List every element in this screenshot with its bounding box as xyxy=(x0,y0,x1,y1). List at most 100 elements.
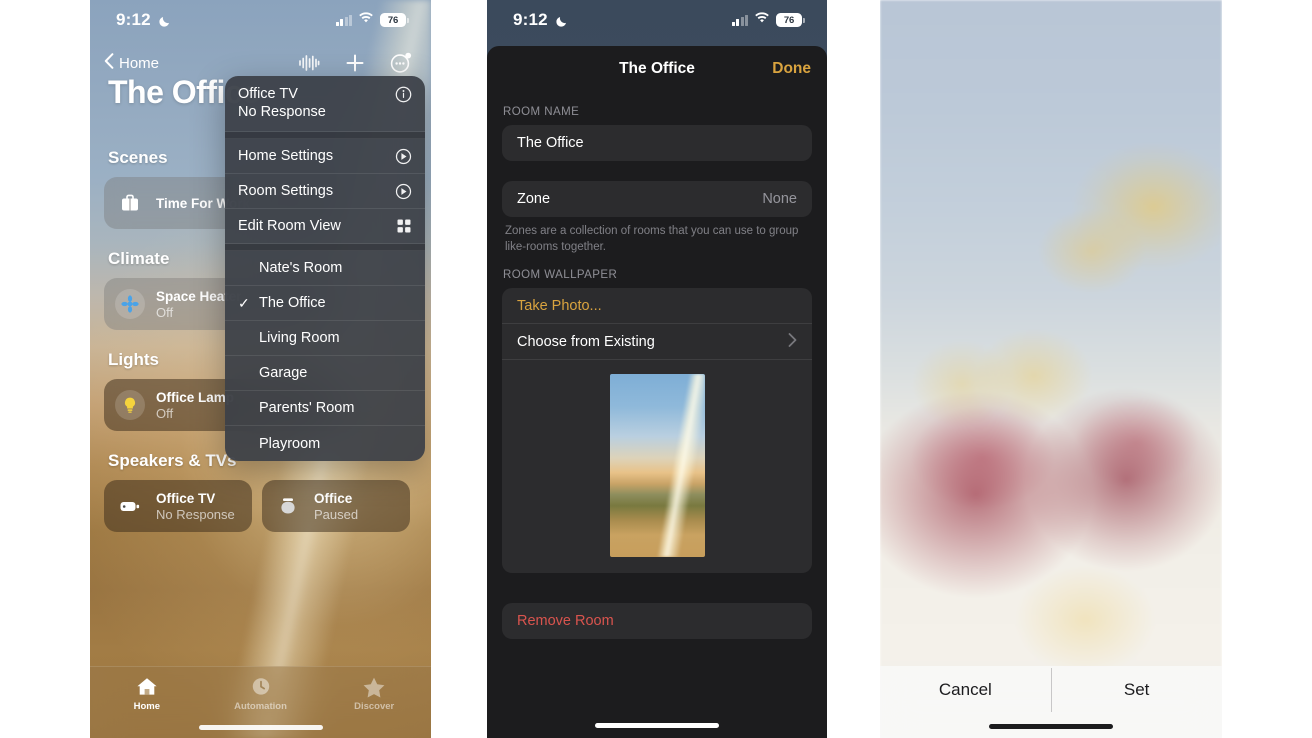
context-menu-room-garage[interactable]: Garage xyxy=(225,356,425,391)
set-button[interactable]: Set xyxy=(1051,666,1222,714)
house-icon xyxy=(137,678,157,695)
home-app-room-screen: 9:12 76 Home The Office Scenes Time For … xyxy=(90,0,431,738)
context-menu-item-left: ✓ The Office xyxy=(238,295,326,311)
gear-icon xyxy=(395,183,412,200)
room-settings-sheet: The Office Done ROOM NAME The Office Zon… xyxy=(487,46,827,738)
context-menu-header[interactable]: Office TV No Response xyxy=(225,76,425,132)
take-photo-row[interactable]: Take Photo... xyxy=(502,288,812,325)
context-menu-room-label: The Office xyxy=(259,295,326,311)
checkmark-icon: ✓ xyxy=(238,295,250,311)
context-menu-room-living-room[interactable]: Living Room xyxy=(225,321,425,356)
context-menu: Office TV No Response Home Settings Room… xyxy=(225,76,425,461)
tab-discover-label: Discover xyxy=(354,701,395,712)
audio-waveform-icon[interactable] xyxy=(297,51,321,75)
tab-bar: Home Automation Discover xyxy=(90,666,431,738)
room-name-group: The Office xyxy=(502,125,812,161)
wifi-icon xyxy=(358,11,374,29)
choose-from-existing-label: Choose from Existing xyxy=(517,333,655,350)
context-menu-room-parents-room[interactable]: Parents' Room xyxy=(225,391,425,426)
homepod-icon xyxy=(273,491,303,521)
remove-room-label: Remove Room xyxy=(517,613,614,630)
accessory-tile-office-speaker[interactable]: Office Paused xyxy=(262,480,410,532)
battery-level: 76 xyxy=(380,13,406,27)
status-bar-left: 9:12 xyxy=(116,10,172,30)
context-menu-separator xyxy=(225,244,425,251)
room-name-group-label: ROOM NAME xyxy=(503,106,580,118)
info-circle-icon xyxy=(395,86,412,103)
home-indicator xyxy=(989,724,1113,729)
accessory-tile-name: Office TV xyxy=(156,490,216,506)
fan-icon xyxy=(115,289,145,319)
room-name-input[interactable]: The Office xyxy=(517,135,584,151)
wallpaper-preview-photo[interactable] xyxy=(880,0,1222,738)
choose-from-existing-row[interactable]: Choose from Existing xyxy=(502,324,812,361)
accessory-tile-state: Off xyxy=(156,405,174,421)
remove-room-group: Remove Room xyxy=(502,603,812,640)
battery-indicator: 76 xyxy=(776,13,805,27)
remove-room-row[interactable]: Remove Room xyxy=(502,603,812,639)
context-menu-item-label: Room Settings xyxy=(238,183,334,199)
status-bar-right: 76 xyxy=(335,11,409,29)
accessory-tile-text: Office Paused xyxy=(314,491,358,522)
accessory-tile-office-tv[interactable]: Office TV No Response xyxy=(104,480,252,532)
room-wallpaper-thumbnail[interactable] xyxy=(609,374,705,558)
home-indicator xyxy=(595,723,719,728)
context-menu-header-text: Office TV No Response xyxy=(238,86,326,120)
tab-home[interactable]: Home xyxy=(90,675,204,712)
plus-icon[interactable] xyxy=(343,51,367,75)
zone-value: None xyxy=(762,191,797,207)
context-menu-room-the-office[interactable]: ✓ The Office xyxy=(225,286,425,321)
crescent-moon-icon xyxy=(555,13,569,27)
context-menu-header-title: Office TV xyxy=(238,86,298,102)
context-menu-room-nates-room[interactable]: Nate's Room xyxy=(225,251,425,286)
context-menu-room-playroom[interactable]: Playroom xyxy=(225,426,425,461)
zone-footnote: Zones are a collection of rooms that you… xyxy=(505,225,799,253)
room-nav-bar: Home xyxy=(90,46,431,80)
context-menu-item-left: Edit Room View xyxy=(238,218,341,234)
battery-cap xyxy=(407,17,409,23)
done-button[interactable]: Done xyxy=(772,60,811,78)
room-wallpaper-group-label: ROOM WALLPAPER xyxy=(503,269,618,282)
accessory-tile-state: No Response xyxy=(156,506,235,522)
grid-icon xyxy=(396,218,412,234)
context-menu-separator xyxy=(225,132,425,139)
sheet-title: The Office xyxy=(619,60,695,77)
tab-discover[interactable]: Discover xyxy=(317,675,431,712)
nav-action-buttons xyxy=(297,51,413,75)
wallpaper-preview-row[interactable] xyxy=(502,360,812,573)
context-menu-room-label: Parents' Room xyxy=(259,400,355,416)
star-icon xyxy=(363,677,385,698)
cancel-button[interactable]: Cancel xyxy=(880,666,1051,714)
battery-indicator: 76 xyxy=(380,13,409,27)
accessory-tile-text: Office Lamp Off xyxy=(156,390,234,421)
status-bar: 9:12 76 xyxy=(487,0,827,40)
take-photo-label: Take Photo... xyxy=(517,297,602,314)
context-menu-item-label: Edit Room View xyxy=(238,218,341,234)
chevron-left-icon xyxy=(104,53,114,73)
cellular-bars-icon xyxy=(731,14,748,26)
context-menu-item-edit-room-view[interactable]: Edit Room View xyxy=(225,209,425,244)
context-menu-item-home-settings[interactable]: Home Settings xyxy=(225,139,425,174)
tab-home-label: Home xyxy=(133,701,161,712)
wallpaper-action-bar: Cancel Set xyxy=(880,666,1222,738)
back-button[interactable]: Home xyxy=(104,53,159,73)
screenshot-stage: 9:12 76 Home The Office Scenes Time For … xyxy=(0,0,1312,738)
status-bar-time: 9:12 xyxy=(513,10,548,29)
context-menu-item-label: Home Settings xyxy=(238,148,334,164)
section-tiles-speakers-tvs: Office TV No Response Office Paused xyxy=(104,480,417,532)
battery-cap xyxy=(803,17,805,23)
context-menu-item-left: Living Room xyxy=(238,330,340,346)
wallpaper-preview-screen: Cancel Set xyxy=(880,0,1222,738)
tab-automation[interactable]: Automation xyxy=(204,675,318,712)
status-bar-left: 9:12 xyxy=(513,10,569,30)
briefcase-icon xyxy=(115,188,145,218)
more-ellipsis-circle-icon[interactable] xyxy=(389,51,413,75)
room-name-field-row[interactable]: The Office xyxy=(502,125,812,161)
battery-level: 76 xyxy=(776,13,802,27)
gear-icon xyxy=(395,148,412,165)
status-bar-time: 9:12 xyxy=(116,10,151,29)
zone-row[interactable]: Zone None xyxy=(502,181,812,217)
context-menu-item-room-settings[interactable]: Room Settings xyxy=(225,174,425,209)
accessory-tile-name: Office Lamp xyxy=(156,389,235,405)
